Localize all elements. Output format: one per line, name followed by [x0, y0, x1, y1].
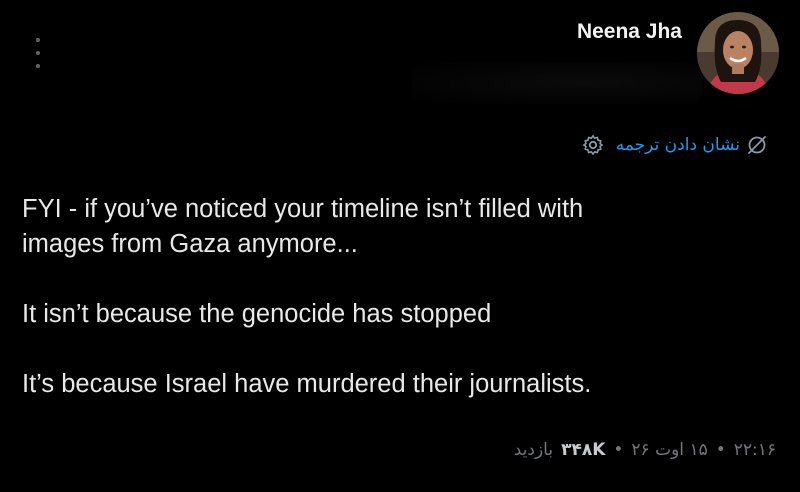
- more-dot-icon: [36, 64, 40, 68]
- meta-separator: •: [715, 440, 726, 460]
- meta-separator: •: [613, 440, 624, 460]
- views-label: بازدید: [513, 440, 554, 460]
- more-dot-icon: [36, 38, 40, 42]
- tweet-meta: ۲۲:۱۶ • ۱۵ اوت ۲۶ • ۳۴۸K بازدید: [514, 440, 776, 460]
- show-translation-link[interactable]: نشان دادن ترجمه: [616, 134, 768, 156]
- tweet-line: It’s because Israel have murdered their …: [22, 370, 592, 398]
- translate-row: نشان دادن ترجمه: [580, 132, 768, 158]
- globe-slash-icon: [746, 134, 768, 156]
- tweet-time[interactable]: ۲۲:۱۶: [734, 440, 776, 460]
- more-options-button[interactable]: [27, 36, 49, 70]
- tweet-line: images from Gaza anymore...: [22, 230, 358, 258]
- more-dot-icon: [36, 51, 40, 55]
- tweet-line: FYI - if you’ve noticed your timeline is…: [22, 195, 584, 223]
- views-count[interactable]: ۳۴۸K: [561, 440, 605, 460]
- author-name[interactable]: Neena Jha: [577, 20, 682, 44]
- show-translation-label: نشان دادن ترجمه: [615, 135, 740, 155]
- tweet-text: FYI - if you’ve noticed your timeline is…: [22, 192, 762, 402]
- avatar[interactable]: [697, 12, 779, 94]
- gear-icon[interactable]: [580, 132, 606, 158]
- redacted-handle: [412, 62, 702, 104]
- avatar-image: [697, 12, 779, 94]
- tweet-line: It isn’t because the genocide has stoppe…: [22, 300, 492, 328]
- tweet-date[interactable]: ۱۵ اوت ۲۶: [631, 440, 707, 460]
